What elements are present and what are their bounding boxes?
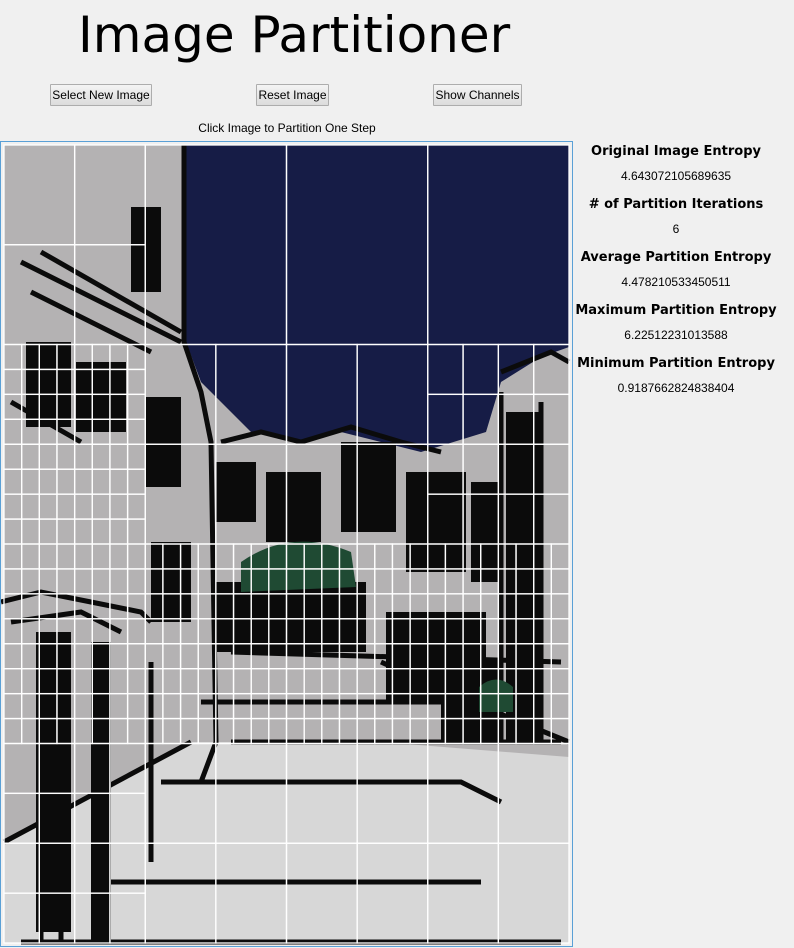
image-canvas[interactable]	[0, 141, 573, 947]
app-title: Image Partitioner	[78, 6, 511, 64]
max-entropy-label: Maximum Partition Entropy	[575, 303, 777, 318]
partition-instruction: Click Image to Partition One Step	[198, 121, 376, 135]
original-entropy-value: 4.643072105689635	[620, 169, 732, 183]
original-entropy-label: Original Image Entropy	[591, 144, 761, 159]
iterations-label: # of Partition Iterations	[588, 197, 764, 212]
stats-panel: Original Image Entropy 4.643072105689635…	[574, 143, 778, 408]
max-entropy-value: 6.22512231013588	[624, 328, 728, 342]
average-entropy-value: 4.478210533450511	[621, 275, 731, 289]
partitioned-image[interactable]	[1, 142, 572, 946]
reset-image-button[interactable]: Reset Image	[256, 84, 329, 106]
min-entropy-value: 0.9187662824838404	[617, 381, 735, 395]
iterations-value: 6	[672, 222, 680, 236]
tree-shape	[479, 679, 513, 712]
average-entropy-label: Average Partition Entropy	[580, 250, 772, 265]
select-new-image-button[interactable]: Select New Image	[50, 84, 152, 106]
min-entropy-label: Minimum Partition Entropy	[577, 356, 775, 371]
show-channels-button[interactable]: Show Channels	[433, 84, 522, 106]
